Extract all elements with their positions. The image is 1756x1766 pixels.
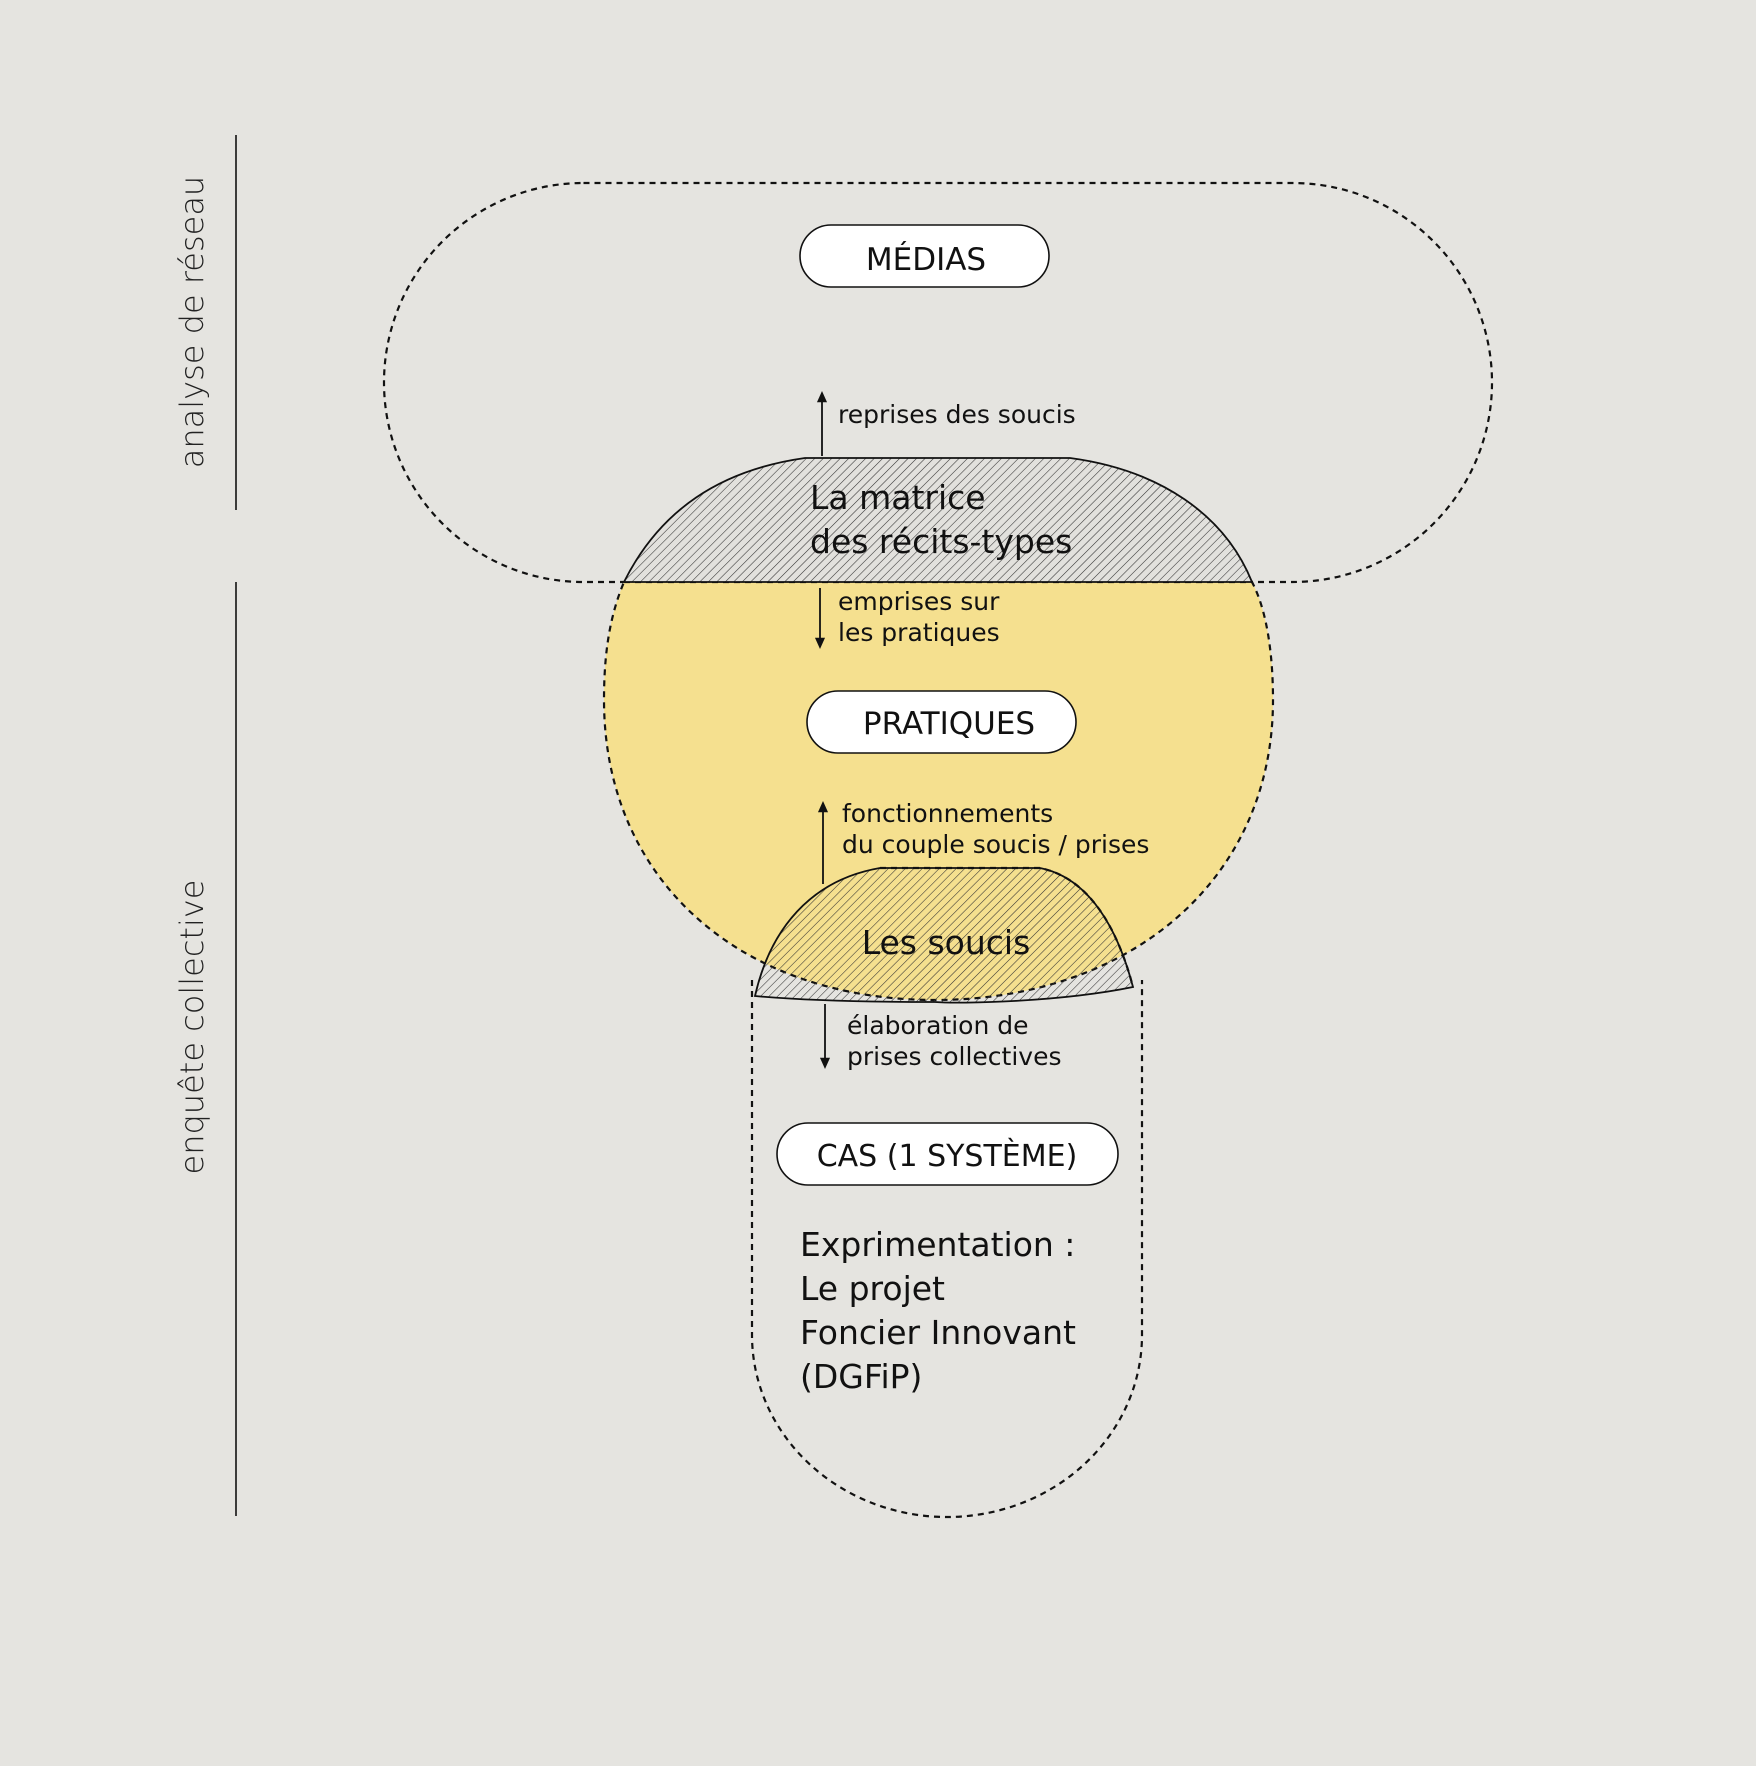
matrice-title-line1: La matrice — [810, 478, 986, 517]
diagram-canvas: analyse de réseau enquête collective rep… — [0, 0, 1756, 1766]
case-text-line1: Exprimentation : — [800, 1225, 1075, 1264]
network-analysis-label: analyse de réseau — [173, 176, 211, 468]
elaboration-label-line2: prises collectives — [847, 1042, 1061, 1071]
emprises-label-line2: les pratiques — [838, 618, 1000, 647]
matrice-title-line2: des récits-types — [810, 522, 1072, 561]
emprises-label-line1: emprises sur — [838, 587, 1000, 616]
fonctionnements-label-line2: du couple soucis / prises — [842, 830, 1149, 859]
pratiques-pill-label: PRATIQUES — [863, 706, 1035, 742]
medias-pill-label: MÉDIAS — [866, 242, 986, 278]
case-text-line3: Foncier Innovant — [800, 1313, 1076, 1352]
collective-inquiry-label: enquête collective — [173, 880, 211, 1175]
reprises-label: reprises des soucis — [838, 400, 1076, 429]
case-text-line2: Le projet — [800, 1269, 945, 1308]
elaboration-label-line1: élaboration de — [847, 1011, 1029, 1040]
case-text-line4: (DGFiP) — [800, 1357, 922, 1396]
fonctionnements-label-line1: fonctionnements — [842, 799, 1053, 828]
cas-pill-label: CAS (1 SYSTÈME) — [817, 1138, 1078, 1174]
soucis-title: Les soucis — [862, 923, 1031, 962]
